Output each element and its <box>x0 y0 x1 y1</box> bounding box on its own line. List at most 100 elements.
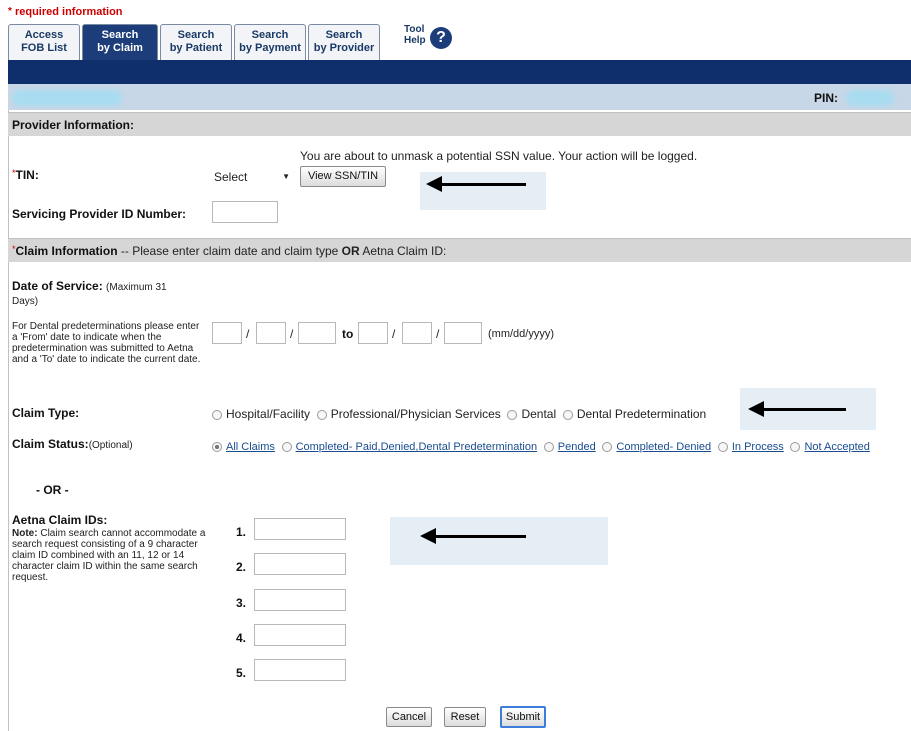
claim-type-dental-pred-label: Dental Predetermination <box>576 407 707 421</box>
status-in-process[interactable]: In Process <box>717 439 784 453</box>
status-all-claims-label: All Claims <box>226 441 275 453</box>
radio-checked-icon <box>212 441 222 452</box>
tab-search-by-provider[interactable]: Search by Provider <box>308 24 380 60</box>
tab-line1: Access <box>24 29 64 41</box>
date-separator: / <box>290 327 294 341</box>
claim-id-input-1[interactable] <box>254 518 346 540</box>
claim-type-professional-label: Professional/Physician Services <box>330 407 501 421</box>
claim-type-hospital[interactable]: Hospital/Facility <box>212 407 310 421</box>
claim-status-optional: (Optional) <box>88 440 133 451</box>
tin-label: TIN: <box>15 168 39 182</box>
claim-id-number-1: 1. <box>236 525 247 539</box>
claim-ids-note: Note: Claim search cannot accommodate a … <box>12 528 208 583</box>
tool-help-line2: Help <box>404 35 426 46</box>
claim-type-dental-predetermination[interactable]: Dental Predetermination <box>562 407 707 421</box>
tab-search-by-claim[interactable]: Search by Claim <box>82 24 158 60</box>
claim-id-input-3[interactable] <box>254 589 346 611</box>
radio-icon <box>543 441 554 452</box>
radio-icon <box>602 441 613 452</box>
claim-instruction-or: OR <box>341 244 360 258</box>
to-label: to <box>342 327 354 341</box>
ssn-warning-text: You are about to unmask a potential SSN … <box>300 149 698 163</box>
pin-label: PIN: <box>814 91 838 105</box>
status-pended[interactable]: Pended <box>543 439 596 453</box>
claim-status-label: Claim Status: <box>12 437 89 451</box>
radio-icon <box>316 409 327 420</box>
nav-bar <box>8 60 911 84</box>
radio-icon <box>790 441 801 452</box>
radio-icon <box>212 409 222 420</box>
tab-line1: Search <box>101 29 139 41</box>
note-bold: Note: <box>12 528 38 539</box>
arrow-shaft <box>762 408 846 411</box>
from-day-input[interactable] <box>256 322 286 344</box>
tab-search-by-payment[interactable]: Search by Payment <box>234 24 306 60</box>
tab-search-by-patient[interactable]: Search by Patient <box>160 24 232 60</box>
tab-line2: by Claim <box>97 42 143 54</box>
tab-line2: by Patient <box>169 42 223 54</box>
tab-line2: by Provider <box>313 42 375 54</box>
status-completed-paid[interactable]: Completed- Paid,Denied,Dental Predetermi… <box>281 439 538 453</box>
redacted-pin <box>846 90 894 106</box>
date-separator: / <box>246 327 250 341</box>
claim-type-group: Hospital/Facility Professional/Physician… <box>212 407 706 421</box>
to-year-input[interactable] <box>444 322 482 344</box>
arrow-shaft <box>434 535 526 538</box>
claim-id-number-3: 3. <box>236 596 247 610</box>
status-completed-denied-label: Completed- Denied <box>616 441 712 453</box>
to-day-input[interactable] <box>402 322 432 344</box>
claim-type-dental-label: Dental <box>521 407 557 421</box>
submit-button[interactable]: Submit <box>500 706 546 728</box>
radio-icon <box>562 409 573 420</box>
tab-line1: Search <box>177 29 215 41</box>
provider-section-bar <box>8 112 911 136</box>
claim-status-label-wrap: Claim Status:(Optional) <box>12 437 133 451</box>
radio-icon <box>281 441 292 452</box>
claim-type-hospital-label: Hospital/Facility <box>226 407 311 421</box>
dental-note: For Dental predeterminations please ente… <box>12 321 201 365</box>
tool-help-line1: Tool <box>404 24 425 35</box>
tab-line2: FOB List <box>21 42 67 54</box>
to-month-input[interactable] <box>358 322 388 344</box>
form-left-border <box>8 110 9 731</box>
claim-id-number-4: 4. <box>236 631 247 645</box>
claim-id-input-5[interactable] <box>254 659 346 681</box>
status-all-claims[interactable]: All Claims <box>212 439 275 453</box>
tab-line1: Search <box>251 29 289 41</box>
from-year-input[interactable] <box>298 322 336 344</box>
claim-id-input-4[interactable] <box>254 624 346 646</box>
status-completed-denied[interactable]: Completed- Denied <box>602 439 711 453</box>
reset-button[interactable]: Reset <box>444 707 486 727</box>
claim-id-number-5: 5. <box>236 666 247 680</box>
tab-line1: Search <box>325 29 363 41</box>
servicing-provider-label: Servicing Provider ID Number: <box>12 207 187 221</box>
cancel-button[interactable]: Cancel <box>386 707 432 727</box>
claim-id-input-2[interactable] <box>254 553 346 575</box>
claim-instruction-post: Aetna Claim ID: <box>362 244 447 258</box>
tin-select-value: Select <box>214 170 248 184</box>
chevron-down-icon: ▼ <box>282 172 290 181</box>
tool-help-link[interactable]: Tool Help <box>404 24 426 46</box>
provider-header-bar <box>8 84 911 110</box>
claim-type-dental[interactable]: Dental <box>507 407 556 421</box>
required-note: * required information <box>8 6 123 18</box>
claim-type-professional[interactable]: Professional/Physician Services <box>316 407 501 421</box>
claim-instruction-pre: -- Please enter claim date and claim typ… <box>120 244 339 258</box>
servicing-provider-input[interactable] <box>212 201 278 223</box>
status-in-process-label: In Process <box>731 441 784 453</box>
provider-section-title: Provider Information: <box>12 118 135 132</box>
claim-section-header: *Claim Information -- Please enter claim… <box>12 244 446 258</box>
status-completed-paid-label: Completed- Paid,Denied,Dental Predetermi… <box>295 441 538 453</box>
tin-select[interactable]: Select ▼ <box>212 166 294 188</box>
claim-id-number-2: 2. <box>236 560 247 574</box>
from-month-input[interactable] <box>212 322 242 344</box>
aetna-claim-ids-label: Aetna Claim IDs: <box>12 513 108 527</box>
question-icon[interactable]: ? <box>430 27 452 49</box>
view-ssn-tin-button[interactable]: View SSN/TIN <box>300 166 386 187</box>
date-format-hint: (mm/dd/yyyy) <box>488 328 554 340</box>
date-of-service-label-wrap: Date of Service: (Maximum 31 Days) <box>12 279 187 307</box>
status-not-accepted-label: Not Accepted <box>804 441 870 453</box>
status-not-accepted[interactable]: Not Accepted <box>790 439 870 453</box>
claim-type-label: Claim Type: <box>12 406 80 420</box>
tab-access-fob-list[interactable]: Access FOB List <box>8 24 80 60</box>
